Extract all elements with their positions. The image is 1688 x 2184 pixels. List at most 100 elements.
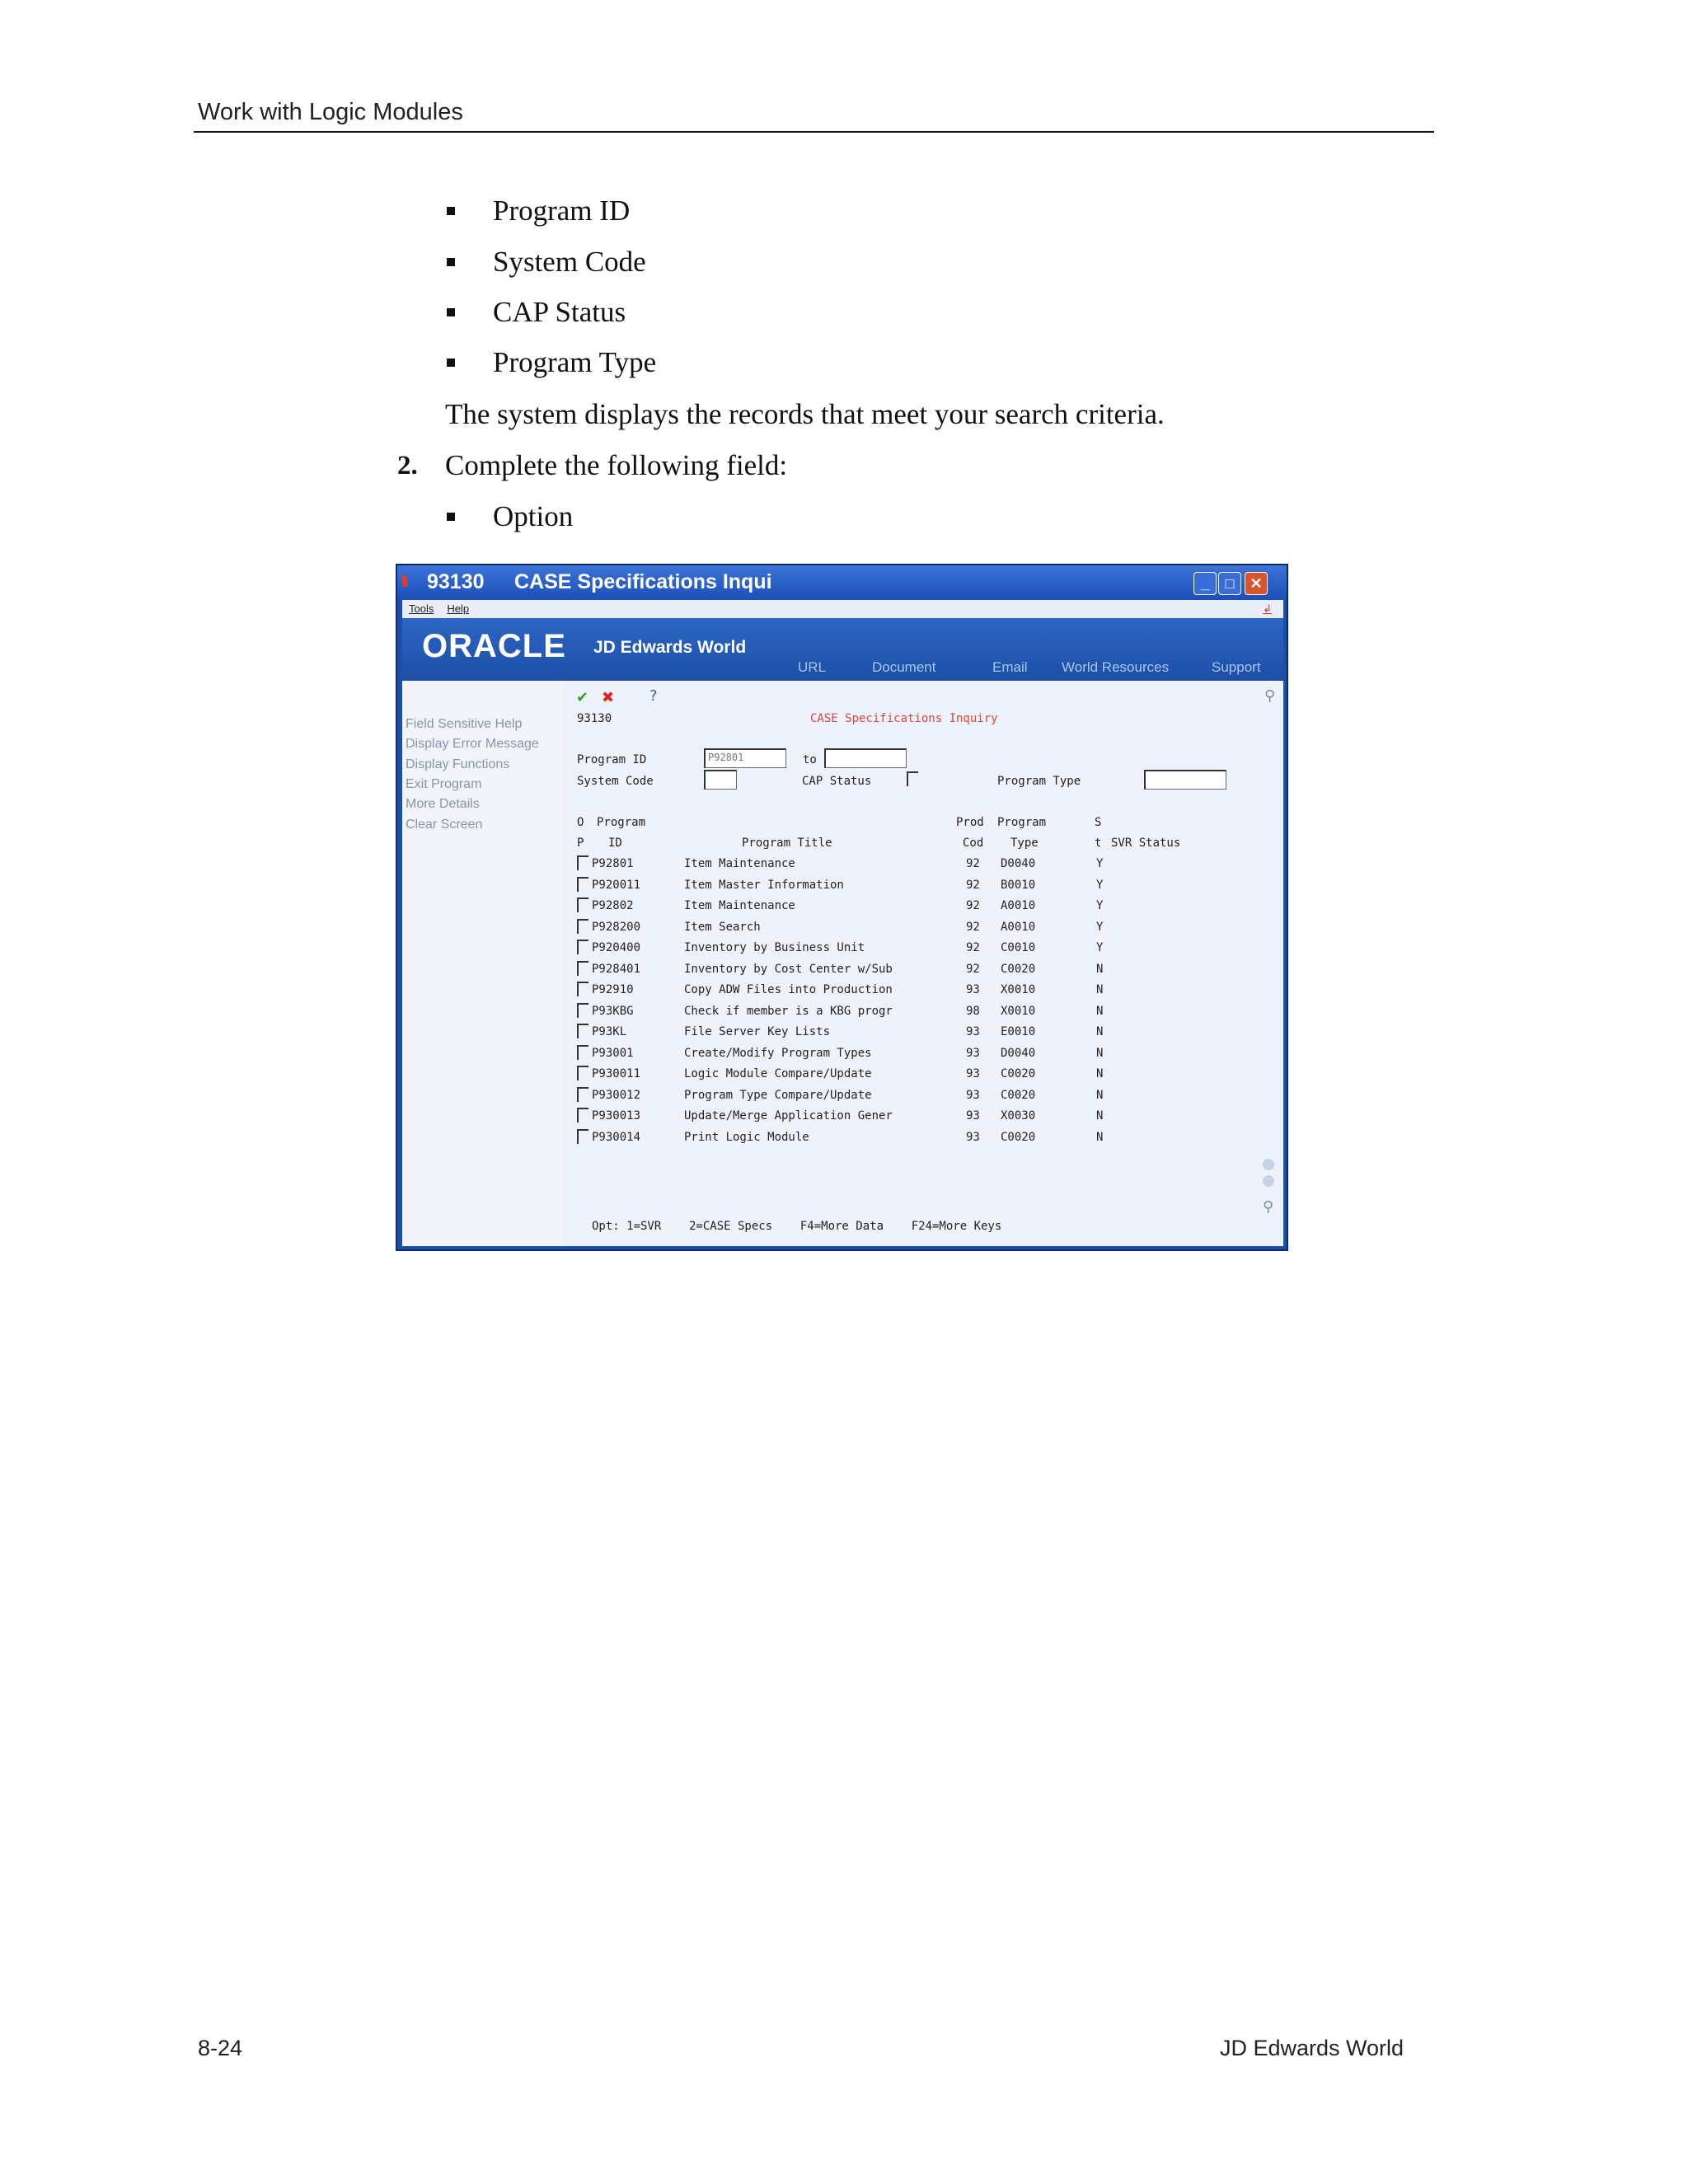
col-cod: Cod [963, 837, 984, 850]
row-prod-code: 93 [966, 1025, 980, 1038]
row-option-checkbox[interactable] [577, 940, 588, 954]
col-t: t [1095, 837, 1102, 850]
side-exit-program[interactable]: Exit Program [406, 777, 481, 792]
scroll-down-icon[interactable] [1263, 1175, 1274, 1187]
row-option-checkbox[interactable] [577, 855, 588, 870]
side-clear-screen[interactable]: Clear Screen [406, 818, 482, 832]
menu-help[interactable]: Help [447, 602, 469, 615]
col-prod: Prod [956, 816, 984, 829]
bullet-text: System Code [493, 246, 646, 278]
side-display-functions[interactable]: Display Functions [406, 757, 509, 772]
row-program-type: E0010 [1001, 1025, 1036, 1038]
window-icon [402, 575, 407, 587]
nav-email[interactable]: Email [992, 659, 1028, 676]
close-button[interactable]: ✕ [1245, 572, 1268, 595]
row-option-checkbox[interactable] [577, 876, 588, 892]
row-program-id: P928401 [592, 962, 641, 976]
nav-world-resources[interactable]: World Resources [1062, 659, 1169, 676]
form-area: Field Sensitive Help Display Error Messa… [402, 681, 1283, 1246]
row-program-title: Create/Modify Program Types [684, 1046, 872, 1060]
row-option-checkbox[interactable] [577, 1066, 588, 1080]
header-rule [194, 131, 1434, 133]
side-field-sensitive-help[interactable]: Field Sensitive Help [406, 717, 522, 732]
row-program-id: P93001 [592, 1046, 634, 1060]
program-id-to-input[interactable] [824, 748, 907, 768]
program-type-label: Program Type [997, 775, 1081, 788]
cap-status-input[interactable] [907, 771, 918, 786]
row-program-title: Program Type Compare/Update [684, 1088, 872, 1102]
row-prod-code: 93 [966, 983, 980, 996]
row-program-id: P93KL [592, 1025, 627, 1038]
col-program: Program [597, 816, 646, 829]
row-prod-code: 98 [966, 1004, 980, 1018]
oracle-banner: ORACLE JD Edwards World URL Document Ema… [402, 618, 1283, 681]
program-type-input[interactable] [1144, 770, 1226, 790]
search-icon[interactable]: ⚲ [1264, 687, 1275, 705]
form-number: 93130 [577, 712, 612, 725]
col-p: P [577, 837, 584, 850]
system-code-input[interactable] [704, 770, 737, 790]
row-option-checkbox[interactable] [577, 1128, 588, 1144]
row-program-id: P930011 [592, 1067, 641, 1080]
row-svr-status: N [1096, 1109, 1104, 1122]
row-option-checkbox[interactable] [577, 1086, 588, 1102]
row-program-title: Copy ADW Files into Production [684, 983, 893, 996]
row-prod-code: 92 [966, 878, 980, 892]
bullet-marker [447, 308, 455, 316]
row-prod-code: 92 [966, 857, 980, 870]
row-svr-status: N [1096, 1067, 1104, 1080]
row-program-type: C0020 [1001, 962, 1036, 976]
program-id-value: P92801 [708, 752, 744, 763]
window-title-number: 93130 [427, 570, 485, 593]
side-more-details[interactable]: More Details [406, 797, 480, 812]
row-option-checkbox[interactable] [577, 982, 588, 996]
row-option-checkbox[interactable] [577, 1044, 588, 1060]
step-number: 2. [397, 451, 418, 480]
row-program-title: Print Logic Module [684, 1130, 809, 1144]
nav-support[interactable]: Support [1212, 659, 1261, 676]
function-sidebar: Field Sensitive Help Display Error Messa… [402, 681, 563, 1246]
page-number: 8-24 [198, 2036, 243, 2060]
step-text: Complete the following field: [445, 449, 788, 481]
row-option-checkbox[interactable] [577, 1024, 588, 1038]
help-icon[interactable]: ? [649, 687, 658, 705]
row-program-title: Inventory by Business Unit [684, 941, 865, 954]
maximize-button[interactable]: □ [1218, 572, 1241, 595]
zoom-icon[interactable]: ⚲ [1263, 1198, 1273, 1216]
logo-subtitle: JD Edwards World [593, 638, 747, 657]
row-svr-status: N [1096, 1025, 1104, 1038]
row-option-checkbox[interactable] [577, 1002, 588, 1018]
row-program-type: X0010 [1001, 983, 1036, 996]
row-option-checkbox[interactable] [577, 918, 588, 934]
menu-tools[interactable]: Tools [409, 602, 434, 615]
row-option-checkbox[interactable] [577, 1108, 588, 1122]
exit-arrow-icon[interactable]: ↲ [1263, 600, 1272, 618]
row-program-title: Item Master Information [684, 878, 844, 892]
row-program-type: A0010 [1001, 920, 1036, 934]
row-prod-code: 93 [966, 1088, 980, 1102]
minimize-button[interactable]: _ [1193, 572, 1217, 595]
col-id: ID [608, 837, 622, 850]
cancel-icon[interactable]: ✖ [602, 689, 614, 706]
row-program-type: D0040 [1001, 1046, 1036, 1060]
bullet-marker [447, 513, 455, 521]
check-icon[interactable]: ✔ [576, 689, 588, 706]
row-option-checkbox[interactable] [577, 898, 588, 912]
row-program-title: Inventory by Cost Center w/Sub [684, 962, 893, 976]
row-program-title: Item Maintenance [684, 857, 795, 870]
side-display-error-message[interactable]: Display Error Message [406, 737, 539, 752]
row-prod-code: 93 [966, 1109, 980, 1122]
row-prod-code: 93 [966, 1130, 980, 1144]
program-id-from-input[interactable]: P92801 [704, 748, 786, 768]
row-option-checkbox[interactable] [577, 960, 588, 976]
row-program-id: P930014 [592, 1130, 641, 1144]
row-program-id: P93KBG [592, 1004, 634, 1018]
system-code-label: System Code [577, 775, 654, 788]
nav-document[interactable]: Document [872, 659, 935, 676]
bullet-text: Program Type [493, 346, 657, 378]
case-specifications-window: 93130 CASE Specifications Inqui _ □ ✕ To… [396, 564, 1288, 1251]
nav-url[interactable]: URL [798, 659, 826, 676]
result-paragraph: The system displays the records that mee… [445, 398, 1165, 430]
row-program-id: P920011 [592, 878, 641, 892]
scroll-up-icon[interactable] [1263, 1159, 1274, 1170]
